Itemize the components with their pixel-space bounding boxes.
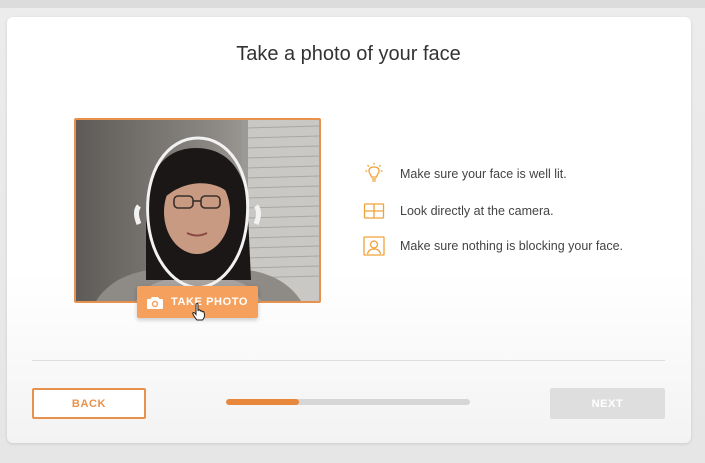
- tip-look-at-camera: Look directly at the camera.: [362, 199, 554, 223]
- page-title: Take a photo of your face: [236, 43, 461, 65]
- camera-preview: [74, 118, 321, 303]
- camera-grid-icon: [362, 199, 386, 223]
- tip-nothing-blocking: Make sure nothing is blocking your face.: [362, 234, 623, 258]
- camera-feed-image: [76, 120, 319, 301]
- hand-pointer-cursor-icon: [192, 302, 206, 326]
- face-portrait-icon: [362, 234, 386, 258]
- progress-bar-fill: [226, 399, 300, 405]
- progress-bar: [226, 399, 470, 405]
- tip-text: Look directly at the camera.: [400, 204, 554, 218]
- tip-text: Make sure nothing is blocking your face.: [400, 239, 624, 253]
- footer-divider: [32, 360, 665, 361]
- browser-top-strip: [0, 0, 705, 8]
- lightbulb-icon: [362, 162, 386, 186]
- back-button[interactable]: BACK: [32, 388, 146, 419]
- next-button[interactable]: NEXT: [550, 388, 665, 419]
- camera-icon: [146, 296, 163, 309]
- tip-lighting: Make sure your face is well lit.: [362, 162, 567, 186]
- take-photo-label: TAKE PHOTO: [170, 296, 249, 308]
- tip-text: Make sure your face is well lit.: [400, 167, 567, 181]
